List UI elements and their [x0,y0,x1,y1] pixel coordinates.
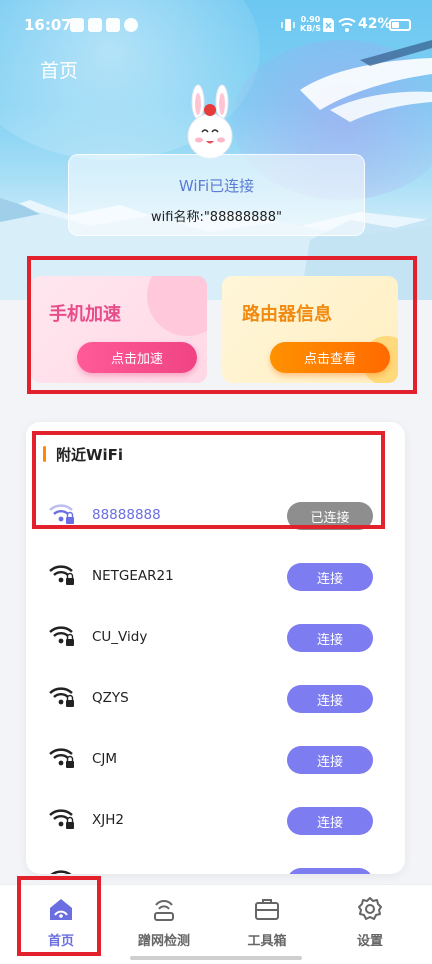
wifi-ssid-label: wifi名称:"88888888" [151,210,282,225]
rabbit-mascot-icon [187,84,233,159]
connect-button[interactable]: 连接 [287,868,373,874]
wifi-network-name: QZYS [92,690,129,706]
highlight-frame [32,431,385,529]
toolbox-icon [255,899,279,920]
network-speed-unit: KB/S [300,24,321,33]
connect-button[interactable]: 连接 [287,746,373,774]
highlight-frame [17,876,101,956]
router-icon [154,900,174,921]
notification-app-icon [70,18,84,32]
wifi-list-item[interactable]: NETGEAR21 连接 [26,547,405,608]
connect-button[interactable]: 连接 [287,685,373,713]
wifi-list-item[interactable]: XJH2 连接 [26,791,405,852]
wifi-locked-icon [49,809,74,829]
highlight-frame [27,256,417,394]
wifi-list-item[interactable]: CJM 连接 [26,730,405,791]
tab-network-detect[interactable]: 蹭网检测 [110,885,218,964]
network-speed: 0.90 KB/S [300,15,321,33]
wifi-status-card: WiFi已连接 wifi名称:"88888888" [68,154,365,236]
wifi-list-item[interactable]: QZYS 连接 [26,669,405,730]
notification-app-icon [124,18,138,32]
no-sim-icon [323,18,334,32]
wifi-network-name: NETGEAR21 [92,568,174,584]
network-speed-value: 0.90 [300,15,321,24]
wifi-locked-icon [50,870,72,874]
wifi-locked-icon [49,748,74,768]
tab-network-detect-label: 蹭网检测 [137,934,190,949]
page-title: 首页 [40,60,79,82]
connect-button[interactable]: 连接 [287,563,373,591]
wifi-locked-icon [49,626,74,646]
wifi-network-name: CJM_5G [92,873,143,874]
wifi-network-name: CU_Vidy [92,629,148,645]
battery-level: 42% [358,16,392,32]
notification-app-icon [88,18,102,32]
tab-settings[interactable]: 设置 [316,885,424,964]
wifi-list-item[interactable]: CU_Vidy 连接 [26,608,405,669]
wifi-network-name: XJH2 [92,812,124,828]
gear-icon [358,897,382,920]
status-bar: 16:07 0.90 KB/S 42% [0,0,432,52]
tab-toolbox[interactable]: 工具箱 [213,885,321,964]
wifi-network-name: CJM [92,751,118,767]
tab-settings-label: 设置 [356,934,383,949]
gesture-bar [130,956,302,960]
wifi-locked-icon [49,565,74,585]
wifi-connection-state: WiFi已连接 [178,177,255,195]
battery-icon [389,19,411,31]
wifi-locked-icon [49,687,74,707]
wifi-signal-icon [338,18,356,32]
notification-app-icon [106,18,120,32]
connect-button[interactable]: 连接 [287,807,373,835]
wifi-list-item[interactable]: CJM_5G 连接 [26,852,405,874]
vibrate-icon [281,19,295,31]
status-time: 16:07 [24,16,72,34]
connect-button[interactable]: 连接 [287,624,373,652]
tab-toolbox-label: 工具箱 [247,934,287,949]
